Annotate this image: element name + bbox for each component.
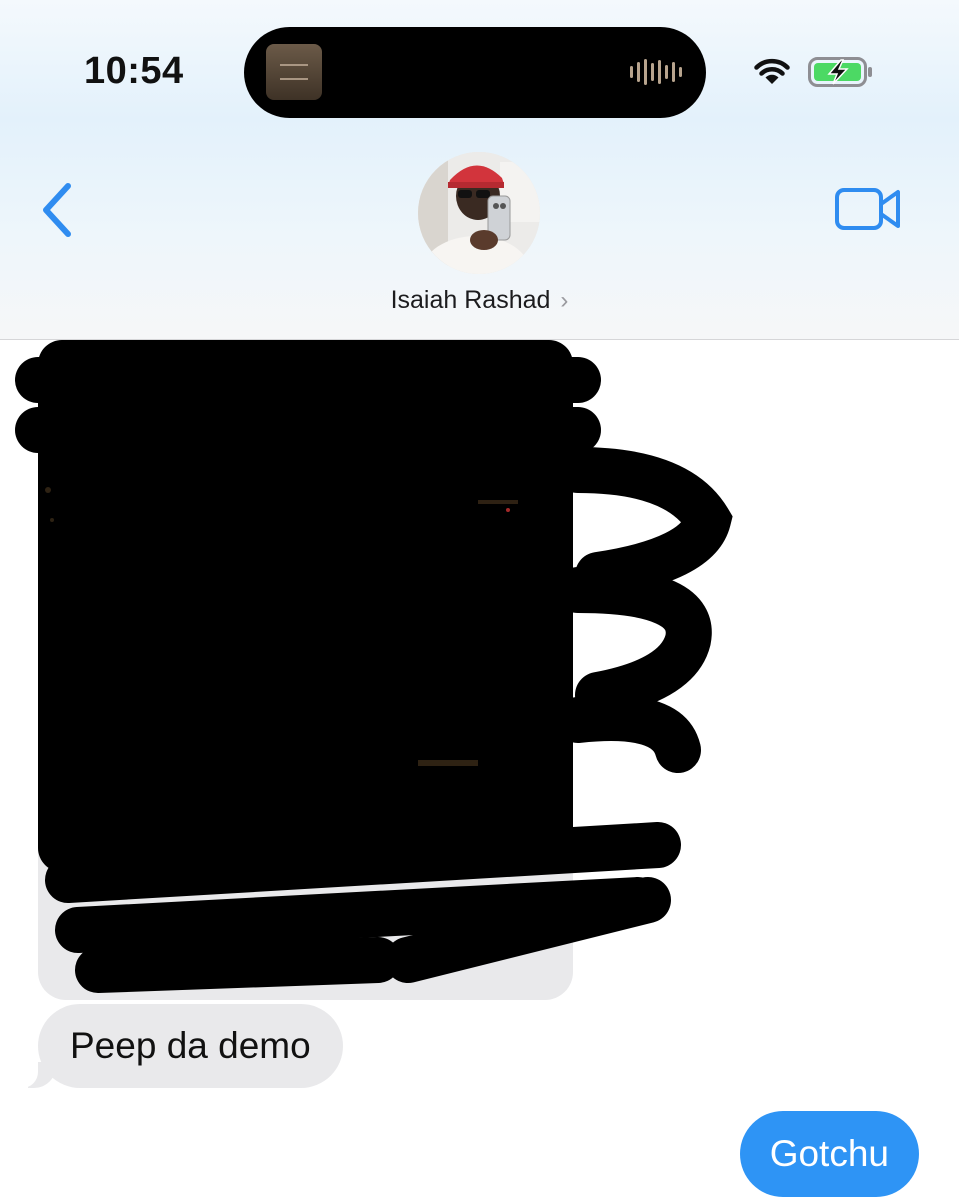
message-text: Gotchu (769, 1133, 889, 1174)
video-camera-icon (835, 188, 900, 230)
status-time: 10:54 (84, 50, 184, 92)
now-playing-artwork (266, 44, 322, 100)
battery-charging-icon (808, 57, 872, 87)
redacted-image (15, 340, 733, 993)
received-text-message[interactable]: Peep da demo (14, 1004, 343, 1088)
back-button[interactable] (36, 180, 80, 240)
dynamic-island[interactable] (244, 27, 706, 118)
contact-photo (418, 152, 540, 274)
message-text: Peep da demo (70, 1025, 311, 1066)
conversation-header: 10:54 Isaiah Rashad › (0, 0, 959, 340)
audio-waveform-icon (630, 57, 682, 87)
received-image-message[interactable] (15, 340, 733, 1000)
sent-text-message[interactable]: Gotchu (739, 1111, 919, 1197)
wifi-icon (754, 58, 790, 84)
chevron-left-icon (43, 183, 71, 237)
contact-name-button[interactable]: Isaiah Rashad › (0, 286, 959, 315)
chevron-right-icon: › (560, 287, 569, 314)
contact-avatar[interactable] (418, 152, 540, 274)
contact-name: Isaiah Rashad (390, 286, 551, 314)
video-call-button[interactable] (834, 186, 902, 232)
